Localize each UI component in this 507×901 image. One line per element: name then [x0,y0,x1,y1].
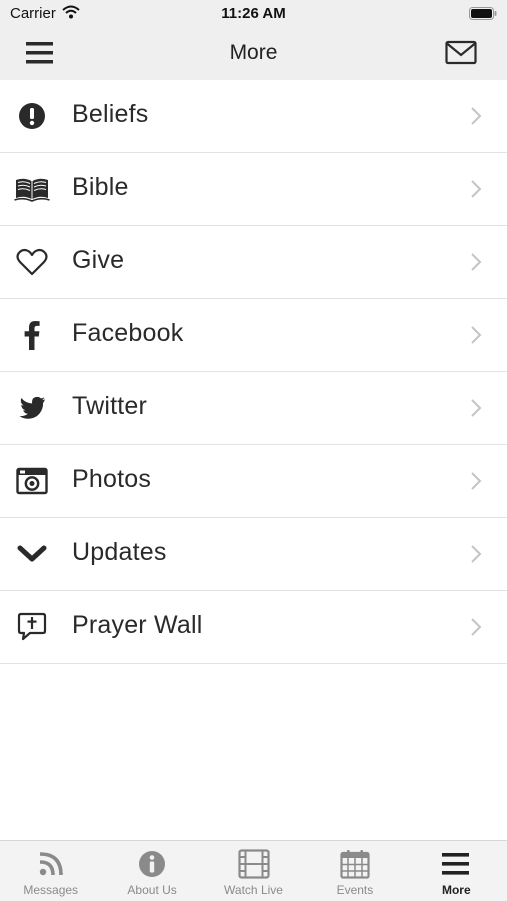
calendar-icon [340,848,370,880]
menu-item-twitter[interactable]: Twitter [0,372,507,445]
tab-watch-live[interactable]: Watch Live [203,841,304,901]
menu-item-prayer-wall[interactable]: Prayer Wall [0,591,507,664]
status-time: 11:26 AM [221,5,286,22]
menu-item-label: Give [72,246,125,274]
tab-more[interactable]: More [406,841,507,901]
tab-about-us[interactable]: About Us [101,841,202,901]
chevron-right-icon [470,252,482,272]
tab-label: About Us [127,883,177,897]
facebook-icon [14,318,50,352]
rss-icon [38,848,64,880]
menu-item-label: Updates [72,538,167,566]
camera-icon [14,464,50,498]
chevron-right-icon [470,471,482,491]
chevron-right-icon [470,179,482,199]
menu-item-facebook[interactable]: Facebook [0,299,507,372]
chevron-right-icon [470,617,482,637]
info-icon [138,848,166,880]
chevron-right-icon [470,544,482,564]
chevron-down-icon [14,537,50,571]
chevron-right-icon [470,106,482,126]
chevron-right-icon [470,398,482,418]
tab-label: Messages [23,883,79,897]
menu-item-label: Beliefs [72,100,149,128]
mail-icon[interactable] [445,40,477,66]
book-icon [14,172,50,206]
tab-label: Watch Live [224,883,283,897]
tab-bar: Messages About Us Watch Live Events More [0,840,507,901]
heart-icon [14,245,50,279]
tab-label: Events [336,883,374,897]
chevron-right-icon [470,325,482,345]
navigation-bar: More [0,28,507,80]
menu-item-beliefs[interactable]: Beliefs [0,80,507,153]
more-menu-list: Beliefs Bible Give Facebook Twitter Phot… [0,80,507,664]
page-title: More [229,41,278,64]
menu-item-label: Facebook [72,319,184,347]
tab-label: More [441,883,471,897]
prayer-bubble-icon [14,610,50,644]
tab-events[interactable]: Events [304,841,405,901]
twitter-icon [14,391,50,425]
film-icon [237,848,270,880]
menu-item-label: Prayer Wall [72,611,203,639]
menu-item-updates[interactable]: Updates [0,518,507,591]
battery-icon [469,7,497,25]
menu-item-label: Bible [72,173,129,201]
status-bar: Carrier 11:26 AM [0,0,507,28]
menu-item-label: Twitter [72,392,148,420]
menu-item-photos[interactable]: Photos [0,445,507,518]
menu-item-give[interactable]: Give [0,226,507,299]
tab-messages[interactable]: Messages [0,841,101,901]
menu-icon [442,848,470,880]
exclamation-circle-icon [14,99,50,133]
menu-item-label: Photos [72,465,152,493]
menu-item-bible[interactable]: Bible [0,153,507,226]
